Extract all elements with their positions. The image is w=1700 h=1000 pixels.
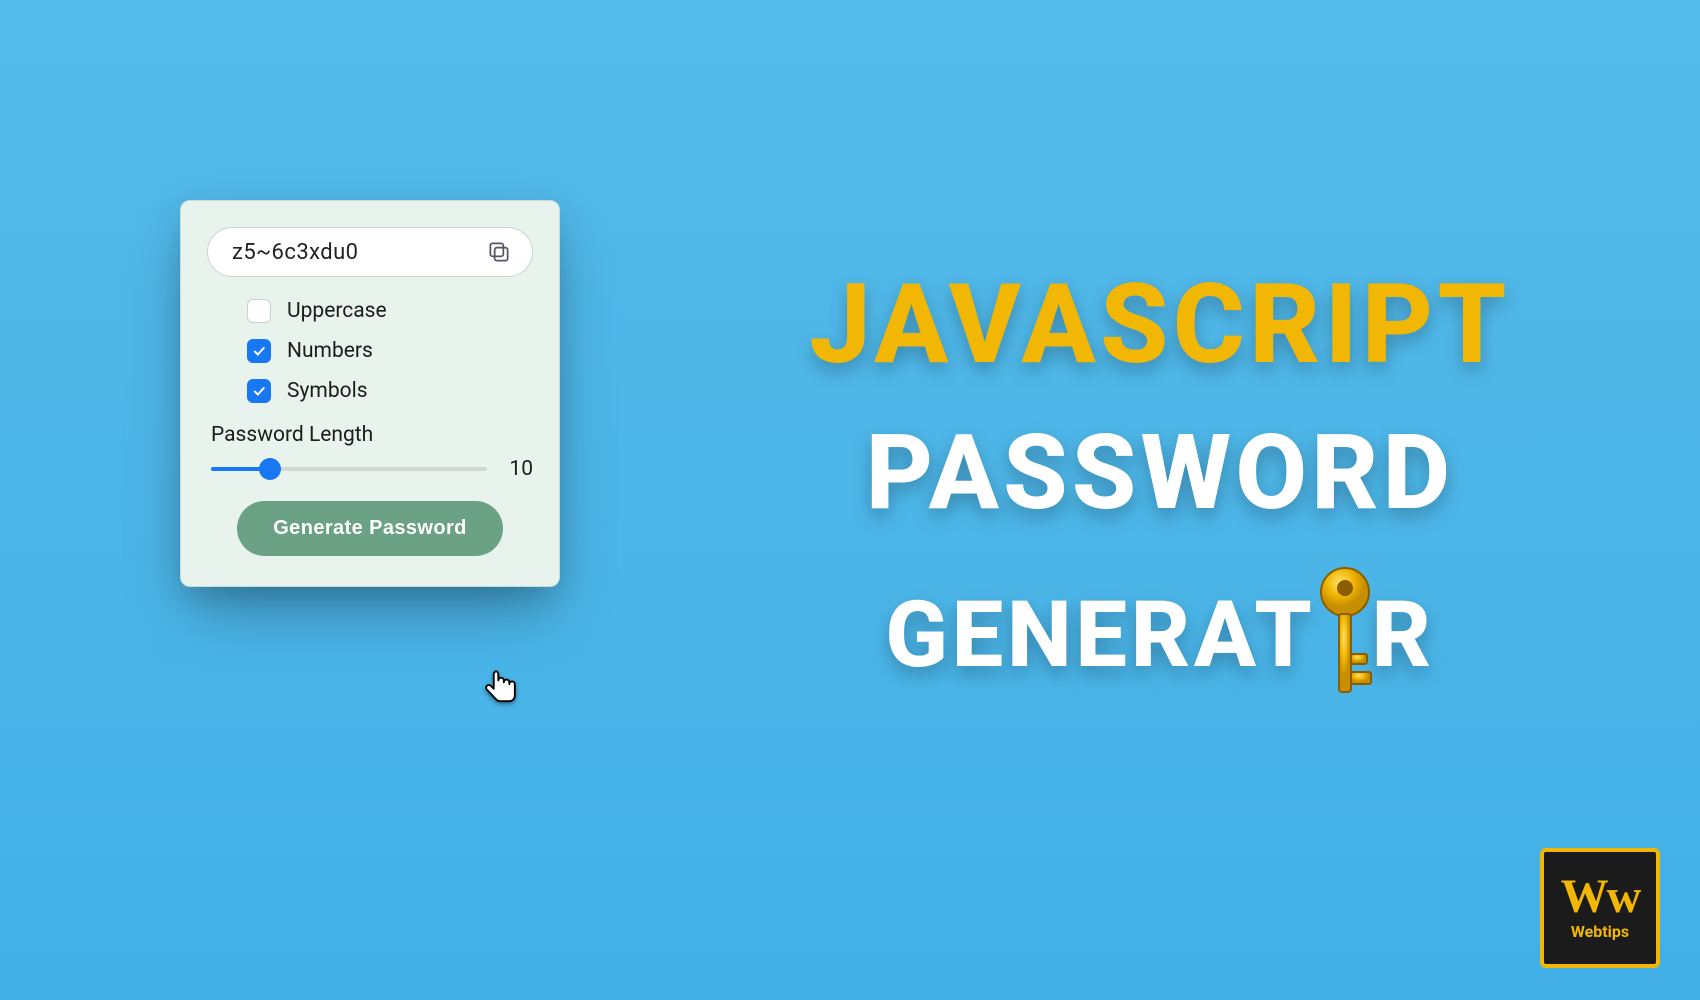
option-label: Uppercase	[287, 299, 387, 323]
password-value: z5~6c3xdu0	[232, 240, 359, 265]
cursor-pointer-icon	[480, 664, 524, 708]
hero-line-1: JAVASCRIPT	[680, 270, 1640, 380]
hero-line-3-pre: GENERAT	[885, 581, 1315, 691]
generate-password-button[interactable]: Generate Password	[237, 501, 503, 556]
hero-line-3-post: R	[1372, 581, 1435, 691]
password-generator-card: z5~6c3xdu0 Uppercase Numbers Symbols Pas…	[180, 200, 560, 587]
option-uppercase: Uppercase	[247, 299, 533, 323]
length-slider[interactable]	[211, 457, 487, 481]
hero-line-2: PASSWORD	[680, 422, 1640, 526]
checkbox-symbols[interactable]	[247, 379, 271, 403]
options-group: Uppercase Numbers Symbols	[247, 299, 533, 403]
webtips-badge: Ww Webtips	[1540, 848, 1660, 968]
length-label: Password Length	[211, 423, 533, 447]
option-symbols: Symbols	[247, 379, 533, 403]
checkbox-uppercase[interactable]	[247, 299, 271, 323]
option-label: Symbols	[287, 379, 368, 403]
checkbox-numbers[interactable]	[247, 339, 271, 363]
hero-line-3: GENERAT R	[680, 566, 1640, 706]
length-row: 10	[211, 457, 533, 481]
badge-label: Webtips	[1571, 922, 1629, 941]
copy-icon[interactable]	[486, 239, 512, 265]
length-value: 10	[505, 457, 533, 481]
hero-title: JAVASCRIPT PASSWORD GENERAT R	[680, 270, 1640, 706]
badge-logo: Ww	[1561, 875, 1640, 918]
option-numbers: Numbers	[247, 339, 533, 363]
password-output-field[interactable]: z5~6c3xdu0	[207, 227, 533, 277]
key-icon	[1312, 566, 1378, 706]
option-label: Numbers	[287, 339, 373, 363]
